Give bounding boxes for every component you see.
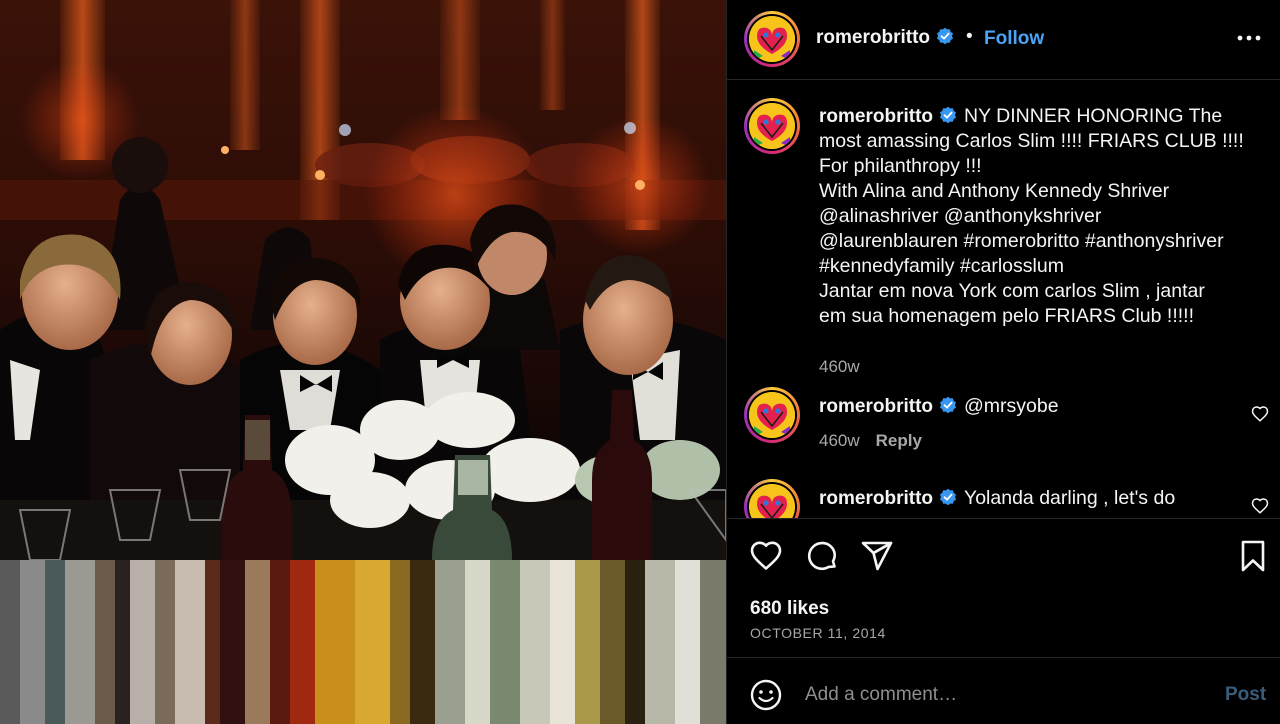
post-date: OCTOBER 11, 2014 bbox=[750, 625, 886, 641]
likes-count[interactable]: 680 likes bbox=[750, 598, 829, 620]
verified-badge-icon bbox=[940, 488, 956, 506]
follow-button[interactable]: Follow bbox=[984, 28, 1044, 50]
avatar[interactable] bbox=[744, 98, 800, 154]
comment-username[interactable]: romerobritto bbox=[819, 396, 933, 417]
caption-line: Jantar em nova York com carlos Slim , ja… bbox=[819, 280, 1205, 302]
caption-line: NY DINNER HONORING The bbox=[964, 105, 1223, 127]
like-comment-heart-icon[interactable] bbox=[1251, 405, 1269, 423]
caption-meta: 460w bbox=[819, 357, 860, 377]
post-actions: 680 likes OCTOBER 11, 2014 bbox=[727, 518, 1280, 658]
avatar[interactable] bbox=[744, 11, 800, 67]
comment-timestamp[interactable]: 460w bbox=[819, 431, 860, 450]
avatar-image bbox=[749, 16, 795, 62]
emoji-icon[interactable] bbox=[749, 678, 783, 712]
comment-item: romerobritto Yolanda darling , let's do bbox=[727, 479, 1280, 518]
comment-text: romerobritto Yolanda darling , let's do bbox=[819, 486, 1235, 511]
like-comment-heart-icon[interactable] bbox=[1251, 497, 1269, 515]
post-photo[interactable] bbox=[0, 0, 726, 724]
photo-illustration bbox=[0, 0, 726, 724]
caption-line: With Alina and Anthony Kennedy Shriver bbox=[819, 180, 1170, 202]
caption-line: @laurenblauren #romerobritto #anthonyshr… bbox=[819, 230, 1224, 252]
add-comment-input[interactable] bbox=[805, 680, 1205, 710]
caption-line: @alinashriver @anthonykshriver bbox=[819, 205, 1102, 227]
avatar[interactable] bbox=[744, 387, 800, 443]
comment-composer: Post bbox=[727, 658, 1280, 724]
avatar-image bbox=[749, 484, 795, 518]
post-header: romerobritto • Follow bbox=[727, 0, 1280, 80]
comments-list[interactable]: romerobritto NY DINNER HONORING The most … bbox=[727, 80, 1280, 518]
avatar-image bbox=[749, 103, 795, 149]
caption-line: #kennedyfamily #carlosslum bbox=[819, 255, 1064, 277]
comment-username[interactable]: romerobritto bbox=[819, 488, 933, 509]
verified-badge-icon bbox=[937, 27, 953, 45]
comment-body: Yolanda darling , let's do bbox=[964, 487, 1176, 509]
avatar-image bbox=[749, 392, 795, 438]
verified-badge-icon bbox=[940, 396, 956, 414]
caption-text: romerobritto NY DINNER HONORING The most … bbox=[819, 104, 1244, 329]
caption-username[interactable]: romerobritto bbox=[819, 106, 933, 127]
comment-body: @mrsyobe bbox=[964, 395, 1059, 417]
post-comment-button[interactable]: Post bbox=[1225, 684, 1266, 706]
comment-meta: 460w Reply bbox=[819, 431, 922, 451]
verified-badge-icon bbox=[940, 106, 956, 124]
header-username-row: romerobritto bbox=[816, 27, 954, 49]
more-options-icon[interactable] bbox=[1235, 28, 1263, 48]
caption-timestamp[interactable]: 460w bbox=[819, 357, 860, 376]
heart-icon[interactable] bbox=[749, 539, 783, 573]
reply-button[interactable]: Reply bbox=[876, 431, 922, 450]
caption: romerobritto NY DINNER HONORING The most … bbox=[727, 98, 1280, 388]
caption-line: em sua homenagem pelo FRIARS Club !!!!! bbox=[819, 305, 1195, 327]
comment-item: romerobritto @mrsyobe 460w Reply bbox=[727, 387, 1280, 467]
caption-line: most amassing Carlos Slim !!!! FRIARS CL… bbox=[819, 130, 1244, 152]
comment-icon[interactable] bbox=[805, 539, 839, 573]
bookmark-icon[interactable] bbox=[1236, 539, 1270, 573]
header-username[interactable]: romerobritto bbox=[816, 27, 930, 48]
separator-dot: • bbox=[966, 26, 973, 47]
comment-text: romerobritto @mrsyobe bbox=[819, 394, 1235, 419]
caption-line: For philanthropy !!! bbox=[819, 155, 982, 177]
post-side-panel: romerobritto • Follow romerobritto NY DI… bbox=[726, 0, 1280, 724]
avatar[interactable] bbox=[744, 479, 800, 518]
share-icon[interactable] bbox=[860, 539, 894, 573]
